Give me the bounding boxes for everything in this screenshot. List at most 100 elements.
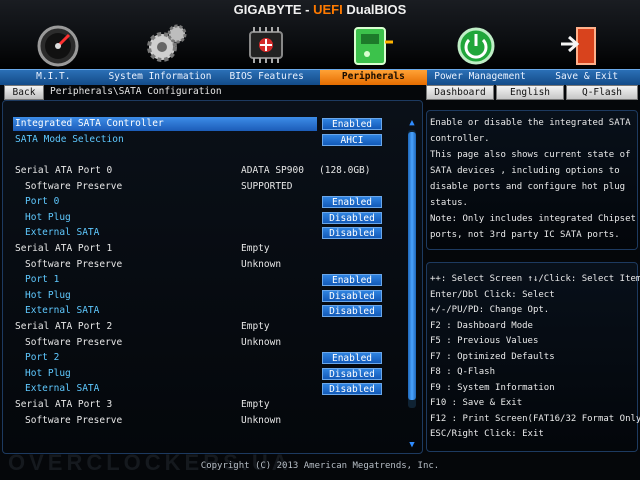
setting-option-button[interactable]: Enabled: [322, 118, 382, 130]
setting-option-button[interactable]: Disabled: [322, 305, 382, 317]
help-text-line: ports, not 3rd party IC SATA ports.: [430, 230, 620, 240]
setting-label: Serial ATA Port 0: [15, 165, 113, 176]
setting-option-button[interactable]: Enabled: [322, 352, 382, 364]
setting-label: SATA Mode Selection: [15, 134, 124, 145]
scrollbar-thumb[interactable]: [408, 132, 416, 400]
key-legend-line: +/-/PU/PD: Change Opt.: [430, 305, 550, 315]
scroll-up-arrow-icon[interactable]: ▲: [406, 118, 418, 128]
setting-row: Software Preserve Unknown: [3, 258, 422, 272]
setting-row[interactable]: External SATA Disabled: [3, 304, 422, 318]
setting-value: Unknown: [241, 259, 282, 270]
help-text-line: disable ports and configure hot plug: [430, 182, 626, 192]
setting-value: ADATA SP900: [241, 165, 304, 176]
language-button[interactable]: English: [496, 85, 564, 100]
setting-row: Software Preserve Unknown: [3, 336, 422, 350]
copyright-footer: Copyright (C) 2013 American Megatrends, …: [200, 461, 440, 471]
navigation-row: Back Peripherals\SATA Configuration Dash…: [0, 84, 640, 100]
setting-row: Serial ATA Port 2 Empty: [3, 320, 422, 334]
setting-label: External SATA: [25, 383, 100, 394]
help-text-line: status.: [430, 198, 468, 208]
tab-power-management[interactable]: Power Management: [427, 70, 534, 85]
setting-option-button[interactable]: Disabled: [322, 212, 382, 224]
key-legend-line: ESC/Right Click: Exit: [430, 429, 544, 439]
mit-gauge-icon[interactable]: [32, 20, 84, 68]
setting-option-button[interactable]: Enabled: [322, 274, 382, 286]
tab-save-exit[interactable]: Save & Exit: [533, 70, 640, 85]
tab-bios-features[interactable]: BIOS Features: [213, 70, 320, 85]
bios-brand-title: GIGABYTE - UEFI DualBIOS: [233, 2, 407, 17]
breadcrumb: Peripherals\SATA Configuration: [50, 86, 222, 97]
setting-value: Empty: [241, 399, 270, 410]
setting-label: Hot Plug: [25, 290, 71, 301]
setting-option-button[interactable]: Disabled: [322, 383, 382, 395]
setting-row[interactable]: Port 2 Enabled: [3, 351, 422, 365]
key-legend-line: F8 : Q-Flash: [430, 367, 496, 377]
help-panel: Enable or disable the integrated SATA co…: [426, 110, 638, 250]
help-text-line: Note: Only includes integrated Chipset: [430, 214, 636, 224]
setting-row[interactable]: SATA Mode Selection AHCI: [3, 133, 422, 147]
setting-value: Unknown: [241, 337, 282, 348]
setting-row: Serial ATA Port 3 Empty: [3, 398, 422, 412]
setting-row[interactable]: External SATA Disabled: [3, 382, 422, 396]
dashboard-button[interactable]: Dashboard: [426, 85, 494, 100]
setting-row: Software Preserve Unknown: [3, 414, 422, 428]
tab-mit[interactable]: M.I.T.: [0, 70, 107, 85]
setting-label: Serial ATA Port 2: [15, 321, 113, 332]
setting-label: Hot Plug: [25, 212, 71, 223]
system-gears-icon[interactable]: [140, 20, 192, 68]
setting-row[interactable]: Integrated SATA Controller Enabled: [3, 117, 422, 131]
back-button[interactable]: Back: [4, 85, 44, 100]
setting-row[interactable]: Hot Plug Disabled: [3, 289, 422, 303]
qflash-button[interactable]: Q-Flash: [566, 85, 638, 100]
key-legend-line: F12 : Print Screen(FAT16/32 Format Only): [430, 414, 640, 424]
setting-row[interactable]: Port 0 Enabled: [3, 195, 422, 209]
setting-row[interactable]: Hot Plug Disabled: [3, 211, 422, 225]
save-exit-door-icon[interactable]: [555, 20, 607, 68]
key-legend-line: ++: Select Screen ↑↓/Click: Select Item: [430, 274, 640, 284]
setting-option-button[interactable]: Enabled: [322, 196, 382, 208]
top-bar: GIGABYTE - UEFI DualBIOS: [0, 0, 640, 70]
help-text-line: This page also shows current state of: [430, 150, 631, 160]
setting-row[interactable]: Port 1 Enabled: [3, 273, 422, 287]
setting-row: Serial ATA Port 1 Empty: [3, 242, 422, 256]
tab-peripherals[interactable]: Peripherals: [320, 70, 427, 85]
setting-label: Serial ATA Port 3: [15, 399, 113, 410]
setting-label: Software Preserve: [25, 337, 123, 348]
tab-system-information[interactable]: System Information: [107, 70, 214, 85]
power-button-icon[interactable]: [450, 20, 502, 68]
key-legend-line: Enter/Dbl Click: Select: [430, 290, 555, 300]
setting-value: Empty: [241, 321, 270, 332]
setting-row: Serial ATA Port 0 ADATA SP900 (128.0GB): [3, 164, 422, 178]
setting-label: External SATA: [25, 227, 100, 238]
key-legend-line: F2 : Dashboard Mode: [430, 321, 533, 331]
setting-label: Software Preserve: [25, 181, 123, 192]
peripherals-board-icon[interactable]: [345, 20, 397, 68]
setting-label: Hot Plug: [25, 368, 71, 379]
help-text-line: controller.: [430, 134, 490, 144]
setting-row: Software Preserve SUPPORTED: [3, 180, 422, 194]
setting-option-button[interactable]: AHCI: [322, 134, 382, 146]
setting-label: Software Preserve: [25, 415, 123, 426]
key-legend-panel: ++: Select Screen ↑↓/Click: Select Item …: [426, 262, 640, 452]
scroll-down-arrow-icon[interactable]: ▼: [406, 440, 418, 450]
setting-label: Integrated SATA Controller: [13, 117, 317, 131]
setting-option-button[interactable]: Disabled: [322, 290, 382, 302]
setting-label: Port 1: [25, 274, 60, 285]
setting-option-button[interactable]: Disabled: [322, 227, 382, 239]
help-text-line: SATA devices , including options to: [430, 166, 620, 176]
main-tabs: M.I.T. System Information BIOS Features …: [0, 69, 640, 85]
setting-label: External SATA: [25, 305, 100, 316]
setting-option-button[interactable]: Disabled: [322, 368, 382, 380]
setting-label: Serial ATA Port 1: [15, 243, 113, 254]
setting-value: SUPPORTED: [241, 181, 293, 192]
setting-row[interactable]: External SATA Disabled: [3, 226, 422, 240]
bios-chip-icon[interactable]: [240, 20, 292, 68]
drive-capacity: (128.0GB): [319, 165, 371, 176]
key-legend-line: F7 : Optimized Defaults: [430, 352, 555, 362]
setting-row[interactable]: Hot Plug Disabled: [3, 367, 422, 381]
key-legend-line: F9 : System Information: [430, 383, 555, 393]
settings-panel: Integrated SATA Controller Enabled SATA Mo…: [2, 100, 423, 454]
key-legend-line: F5 : Previous Values: [430, 336, 539, 346]
setting-value: Unknown: [241, 415, 282, 426]
key-legend-line: F10 : Save & Exit: [430, 398, 523, 408]
